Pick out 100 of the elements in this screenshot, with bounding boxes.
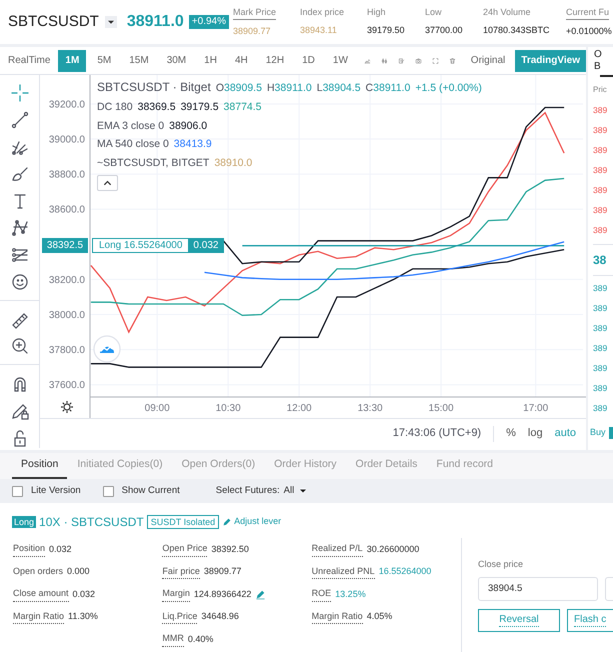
view-tab[interactable]: TradingView — [515, 50, 586, 72]
pencil-icon[interactable] — [255, 588, 266, 600]
timezone-label: 17:43:06 (UTC+9) — [392, 426, 482, 442]
interval-tab[interactable]: 1W — [326, 50, 355, 72]
interval-tab[interactable]: 4H — [228, 50, 255, 72]
indicator-value: 38906.0 — [169, 118, 208, 134]
axis-label: 37800.0 — [48, 345, 85, 356]
zoom-in-icon[interactable] — [10, 336, 30, 356]
field-label: Unrealized PNL — [312, 564, 375, 579]
indicator-value: 38369.5 — [138, 100, 176, 115]
bid-price: 389 — [592, 282, 608, 295]
indicator-name: ~SBTCSUSDT, BITGET — [97, 156, 210, 171]
price-change: +1.5 (+0.00%) — [415, 81, 482, 96]
ask-price: 389 — [592, 204, 608, 217]
interval-tab[interactable]: 12H — [258, 50, 292, 72]
symbol-name: SBTCSUSDT — [8, 12, 99, 32]
trend-line-icon[interactable] — [10, 110, 30, 130]
axis-label: 38600.0 — [48, 204, 85, 216]
axis-label: 38800.0 — [48, 170, 85, 181]
interval-tab[interactable]: 5M — [90, 50, 118, 72]
field-value: 0.032 — [49, 542, 72, 556]
indicator-value: 38413.9 — [174, 137, 212, 152]
ask-price: 389 — [592, 124, 608, 137]
bid-price: 389 — [592, 362, 608, 375]
field-value: 30.26600000 — [366, 542, 420, 556]
checkbox[interactable] — [102, 486, 114, 496]
column-header: Pric — [592, 84, 608, 96]
ask-price: 389 — [592, 224, 608, 237]
last-price: 38 — [592, 252, 608, 269]
interval-tab[interactable]: 30M — [160, 50, 194, 72]
field-value: 124.89366422 — [194, 588, 252, 600]
adjust-lever-link[interactable]: Adjust lever — [222, 515, 282, 529]
indicator-value: 38910.0 — [214, 156, 252, 171]
pattern-icon[interactable] — [10, 218, 30, 238]
pencil-icon — [222, 517, 232, 527]
axis-label: 39200.0 — [48, 99, 85, 110]
scale-option[interactable]: auto — [554, 425, 576, 442]
settings-icon[interactable] — [60, 400, 74, 414]
field-value: 34648.96 — [201, 610, 239, 623]
position-quantity: 0.032 — [188, 239, 224, 252]
field-value: 38392.50 — [211, 542, 249, 556]
stat-label: Mark Price — [233, 6, 276, 20]
field-label: Open Price — [162, 542, 208, 556]
field-label: Open orders — [13, 565, 64, 578]
ask-price: 389 — [592, 184, 608, 197]
checkbox-label: Show Current — [122, 484, 180, 498]
ohlc-value: 38909.5 — [224, 81, 262, 96]
ruler-icon[interactable] — [10, 310, 30, 330]
futures-dropdown[interactable]: All — [284, 484, 308, 498]
ask-price: 389 — [592, 164, 608, 177]
cloud-chart-icon[interactable] — [93, 335, 121, 363]
interval-tab[interactable]: 15M — [122, 50, 156, 72]
bid-price: 389 — [592, 402, 608, 415]
indicator-value: 39179.5 — [180, 100, 219, 115]
scale-option[interactable]: % — [506, 425, 516, 442]
stat-value: 39179.50 — [367, 24, 405, 37]
ohlc-value: 38904.5 — [322, 81, 361, 96]
field-value: 16.55264000 — [378, 565, 432, 578]
smiley-icon[interactable] — [10, 272, 30, 292]
interval-tab[interactable]: 1M — [58, 50, 86, 72]
field-label: Realized P/L — [312, 542, 363, 556]
stat-label: Index price — [300, 6, 344, 19]
crosshair-icon[interactable] — [10, 83, 30, 103]
panel-tab[interactable]: B — [594, 61, 613, 73]
field-label: Margin Ratio — [13, 610, 64, 624]
axis-label: 12:00 — [286, 403, 312, 414]
price-input[interactable]: 38904.5 — [478, 576, 598, 600]
bid-price: 389 — [592, 322, 608, 335]
field-label: Liq.Price — [162, 610, 198, 624]
stat-value: 37700.00 — [425, 24, 463, 37]
stat-label: 24h Volume — [483, 6, 531, 18]
field-value: 0.032 — [72, 588, 96, 600]
buy-tab[interactable]: Buy — [590, 426, 606, 440]
caret-down-icon[interactable] — [104, 16, 117, 28]
axis-label: 17:00 — [523, 403, 548, 414]
field-value: 0.40% — [188, 632, 214, 646]
field-value: 0.000 — [67, 565, 90, 578]
ohlc-key: H — [266, 81, 275, 97]
axis-label: 39000.0 — [48, 134, 85, 146]
last-price: 38911.0 — [126, 12, 184, 32]
field-value: 13.25% — [335, 588, 366, 600]
price-tag: 38392.5 — [42, 238, 88, 254]
collapse-icon[interactable] — [97, 174, 118, 191]
action-button[interactable]: Reversal — [478, 608, 560, 632]
interval-tab[interactable]: 1H — [197, 50, 224, 72]
margin-mode-badge: SUSDT Isolated — [146, 515, 220, 529]
realtime-button[interactable]: RealTime — [8, 53, 50, 68]
checkbox[interactable] — [12, 486, 23, 496]
interval-tab[interactable]: 1D — [295, 50, 322, 72]
panel-tab[interactable]: O — [594, 49, 613, 61]
action-button[interactable]: Flash c — [567, 608, 613, 632]
position-label: Long 16.55264000 — [98, 239, 184, 252]
axis-label: 38000.0 — [48, 310, 85, 322]
view-tab[interactable]: Original — [464, 50, 512, 72]
field-label: ROE — [312, 587, 332, 602]
bid-price: 389 — [592, 382, 608, 395]
ohlc-key: C — [366, 81, 374, 97]
measure-lines-icon[interactable] — [10, 245, 30, 265]
scale-option[interactable]: log — [528, 425, 543, 442]
axis-label: 37600.0 — [48, 380, 85, 392]
